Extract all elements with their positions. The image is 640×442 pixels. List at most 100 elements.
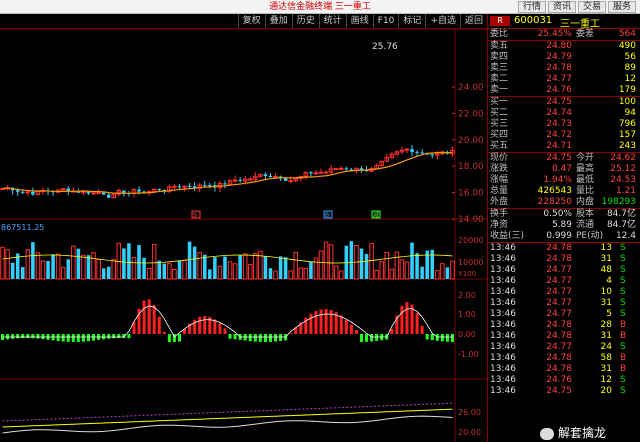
bids-volume: 94	[624, 108, 636, 118]
volume-bar-up	[404, 261, 410, 280]
volume-bar-down	[238, 255, 242, 279]
candle-down	[415, 151, 419, 153]
fundamentals-list: 换手 0.50% 股本 84.7亿 净资 5.89 流通 84.7亿 收益(三) 0.999 PE(…	[488, 209, 640, 243]
tick-list[interactable]: 13:46 24.78 13 S 13:46 24.78 31 S 13:46 24.77 48 S 1…	[488, 243, 640, 397]
volume-bar-down	[76, 248, 81, 279]
candle-down	[137, 189, 141, 192]
volume-bar-down	[208, 269, 212, 279]
macd-dif-line	[2, 305, 453, 338]
volume-bar-up	[247, 264, 253, 280]
volume-bar-up	[81, 254, 86, 280]
wechat-icon	[540, 427, 554, 440]
asks-row[interactable]: 卖四 24.79 56	[488, 52, 640, 63]
volume-bar-up	[25, 249, 31, 280]
volume-bar-down	[192, 246, 197, 279]
tick-row: 13:46 24.78 31 B	[488, 364, 640, 375]
bids-row[interactable]: 买三 24.73 796	[488, 119, 640, 130]
asks-row[interactable]: 卖二 24.77 12	[488, 74, 640, 85]
candle-up	[232, 179, 238, 182]
asks-row[interactable]: 卖五 24.80 490	[488, 41, 640, 52]
volume-bar-up	[35, 252, 41, 280]
candle-down	[106, 194, 111, 198]
candle-up	[273, 176, 278, 179]
top-button-0[interactable]: 行情	[517, 1, 546, 13]
volume-bar-down	[46, 260, 50, 279]
bids-row[interactable]: 买五 24.71 243	[488, 141, 640, 152]
macd-axis-label: 1.00	[458, 310, 476, 319]
toolbar-button-0[interactable]: 复权	[237, 14, 265, 28]
fundamentals-row: 收益(三) 0.999 PE(动) 12.4	[488, 231, 640, 242]
tick-price: 24.76	[546, 375, 572, 385]
volume-bar-down	[31, 242, 35, 279]
tick-volume: 24	[600, 342, 612, 352]
volume-bar-down	[309, 261, 313, 279]
tick-row: 13:46 24.75 20 S	[488, 386, 640, 397]
chart-svg[interactable]: 24.00 22.00 20.00 18.00 16.00 14.00 25.76 S B 减 86…	[0, 29, 487, 442]
toolbar-button-8[interactable]: 返回	[459, 14, 487, 28]
tick-volume: 4	[606, 276, 612, 286]
bids-price: 24.71	[546, 141, 572, 151]
candle-up	[318, 171, 324, 174]
volume-bar-up	[273, 270, 278, 280]
candle-down	[187, 186, 192, 188]
toolbar-button-7[interactable]: +自选	[425, 14, 460, 28]
volume-bar-up	[333, 265, 339, 280]
bids-label: 买四	[490, 130, 509, 140]
bottom-axis-label: 26.00	[458, 408, 481, 417]
tick-side: S	[620, 287, 626, 297]
tick-price: 24.75	[546, 386, 572, 396]
toolbar-button-3[interactable]: 统计	[318, 14, 346, 28]
tick-row: 13:46 24.78 31 S	[488, 254, 640, 265]
bids-price: 24.72	[546, 130, 572, 140]
tick-row: 13:46 24.76 12 S	[488, 375, 640, 386]
bids-label: 买五	[490, 141, 509, 151]
chart-toolbar: 复权 叠加 历史 统计 画线 F10 标记 +自选 返回	[0, 14, 487, 29]
price-axis-label: 20.00	[458, 136, 484, 146]
top-button-1[interactable]: 资讯	[547, 1, 576, 13]
asks-row[interactable]: 卖三 24.78 89	[488, 63, 640, 74]
quote-panel: R 600031 三一重工 委比 25.45% 委差 564 卖五 24.80 49…	[487, 14, 640, 442]
volume-bar-down	[202, 254, 207, 279]
volume-axis-label: 20000	[458, 236, 483, 245]
volume-bar-down	[162, 263, 167, 279]
toolbar-button-5[interactable]: F10	[372, 14, 399, 28]
bids-row[interactable]: 买四 24.72 157	[488, 130, 640, 141]
bids-row[interactable]: 买一 24.75 100	[488, 97, 640, 108]
stock-flag: R	[490, 16, 510, 26]
tick-row: 13:46 24.77 48 S	[488, 265, 640, 276]
top-button-3[interactable]: 服务	[607, 1, 636, 13]
tick-row: 13:46 24.78 13 S	[488, 243, 640, 254]
candle-up	[313, 172, 319, 175]
toolbar-button-6[interactable]: 标记	[398, 14, 425, 28]
tick-row: 13:46 24.78 28 B	[488, 320, 640, 331]
fundamentals-value2: 12.4	[615, 231, 636, 241]
toolbar-button-1[interactable]: 叠加	[264, 14, 292, 28]
toolbar-button-4[interactable]: 画线	[345, 14, 373, 28]
volume-bar-up	[399, 259, 405, 280]
bids-label: 买一	[490, 97, 509, 107]
quote-label2: 量比	[576, 186, 595, 196]
top-button-2[interactable]: 交易	[577, 1, 606, 13]
tick-price: 24.78	[546, 243, 572, 253]
tick-price: 24.77	[546, 298, 572, 308]
tick-row: 13:46 24.77 5 S	[488, 309, 640, 320]
tick-volume: 31	[600, 298, 612, 308]
kline-chart-area[interactable]: 24.00 22.00 20.00 18.00 16.00 14.00 25.76 S B 减 86…	[0, 29, 487, 442]
volume-bar-down	[420, 266, 424, 279]
ratio-label: 委比	[490, 29, 509, 39]
volume-bar-down	[142, 257, 146, 279]
tick-volume: 10	[600, 287, 612, 297]
volume-bar-up	[303, 267, 309, 280]
quote-value2: 24.53	[610, 175, 636, 185]
tick-time: 13:46	[490, 353, 516, 363]
tick-volume: 12	[600, 375, 612, 385]
tick-volume: 48	[600, 265, 612, 275]
asks-row[interactable]: 卖一 24.76 179	[488, 85, 640, 96]
quote-value: 1.94%	[543, 175, 572, 185]
toolbar-button-2[interactable]: 历史	[291, 14, 319, 28]
volume-bar-down	[10, 262, 15, 279]
bids-row[interactable]: 买二 24.74 94	[488, 108, 640, 119]
tick-time: 13:46	[490, 276, 516, 286]
volume-bar-down	[20, 267, 25, 279]
tick-volume: 31	[600, 331, 612, 341]
